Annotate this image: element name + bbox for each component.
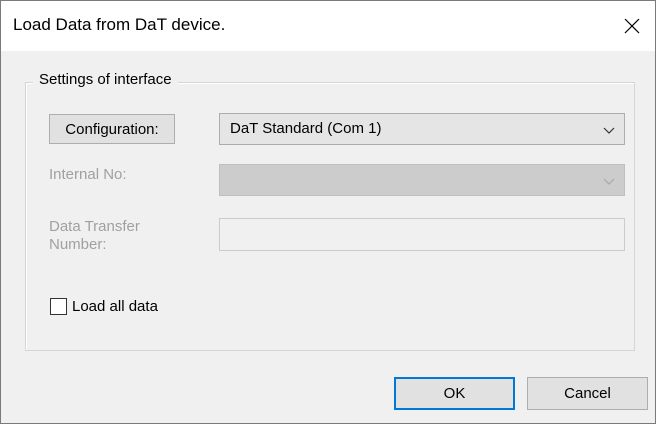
data-transfer-number-label: Data Transfer Number: — [49, 218, 140, 253]
load-all-data-option[interactable]: Load all data — [50, 298, 158, 315]
groupbox-legend: Settings of interface — [33, 71, 178, 88]
chevron-down-icon — [603, 178, 615, 185]
configuration-button[interactable]: Configuration: — [49, 114, 175, 144]
internal-no-dropdown[interactable] — [219, 164, 625, 196]
load-data-dialog: Load Data from DaT device. Settings of i… — [0, 0, 656, 424]
cancel-button[interactable]: Cancel — [527, 377, 648, 410]
chevron-down-icon — [603, 127, 615, 134]
close-button[interactable] — [609, 1, 655, 51]
title-bar: Load Data from DaT device. — [1, 1, 655, 51]
load-all-data-checkbox[interactable] — [50, 298, 67, 315]
dialog-content: Settings of interface Configuration: DaT… — [1, 51, 655, 423]
internal-no-label: Internal No: — [49, 166, 127, 183]
configuration-selected-value: DaT Standard (Com 1) — [230, 120, 382, 137]
configuration-dropdown[interactable]: DaT Standard (Com 1) — [219, 113, 625, 145]
dialog-title: Load Data from DaT device. — [13, 15, 226, 34]
ok-button[interactable]: OK — [394, 377, 515, 410]
data-transfer-number-field[interactable] — [219, 218, 625, 251]
close-icon — [624, 18, 640, 34]
load-all-data-label: Load all data — [72, 298, 158, 315]
